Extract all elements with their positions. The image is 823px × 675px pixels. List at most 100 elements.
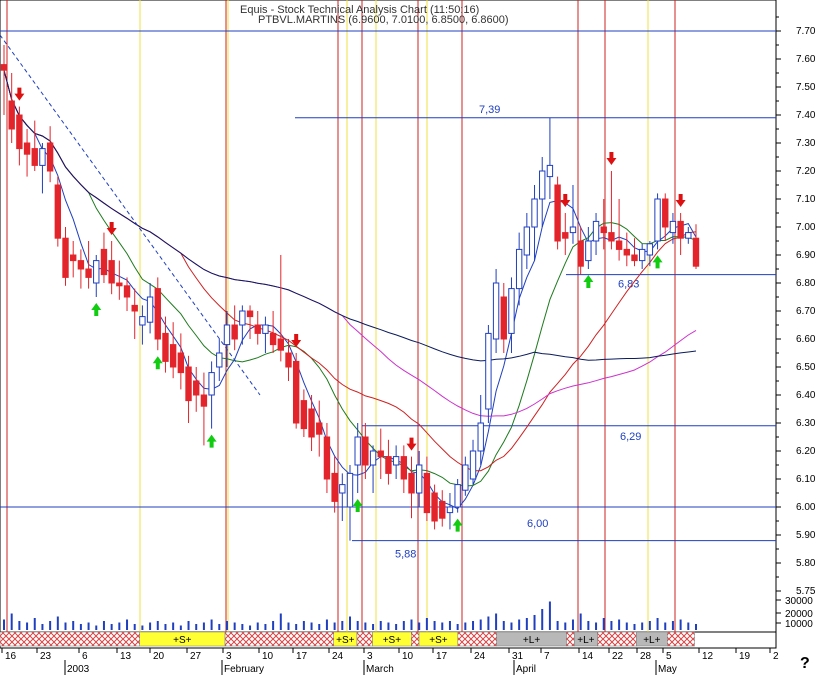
signal-band	[566, 631, 575, 647]
candle-body	[16, 114, 23, 150]
y-tick-label: 7.40	[796, 110, 816, 121]
candle-body	[162, 332, 169, 362]
candle-body	[46, 142, 54, 172]
candle-body	[546, 164, 554, 178]
candle-body	[685, 232, 692, 239]
signal-band	[457, 631, 497, 647]
price-axis: 7.70 7.60 7.50 7.40 7.30 7.20 7.10 7.00 6.90 6.80…	[776, 16, 816, 630]
x-day-label: 20	[153, 651, 165, 662]
x-day-label: 17	[436, 651, 448, 662]
candle-body	[354, 436, 361, 466]
candle-body	[223, 324, 231, 346]
candle-body	[8, 100, 15, 130]
candle-body	[638, 248, 646, 262]
candle-body	[39, 148, 46, 166]
y-tick-label: 5.80	[796, 558, 816, 569]
help-icon[interactable]: ?	[800, 655, 810, 672]
candle-body	[469, 450, 477, 480]
stock-chart: 7,396,836,296,005,88 +S+ +S+ +S+ +S+ +L+ +L+ +…	[0, 0, 816, 675]
candle-body	[23, 142, 31, 155]
candle-body	[108, 260, 115, 284]
candle-body	[93, 260, 100, 284]
y-tick-label: 6.30	[796, 418, 816, 429]
candle-body	[177, 352, 185, 374]
signal-band	[597, 631, 637, 647]
signal-band	[356, 631, 373, 647]
y-tick-label: 6.70	[796, 306, 816, 317]
candle-body	[254, 324, 261, 334]
y-tick-label: 7.10	[796, 194, 816, 205]
candle-body	[569, 226, 577, 234]
candle-body	[477, 422, 484, 452]
candle-body	[431, 492, 438, 522]
x-day-label: 23	[40, 651, 52, 662]
candle-body	[485, 332, 492, 410]
x-day-label: 5	[666, 651, 672, 662]
candle-body	[615, 240, 623, 250]
candle-body	[323, 436, 331, 480]
signal-band-label: +S+	[383, 635, 402, 646]
x-day-label: 22	[612, 651, 624, 662]
x-day-label: 24	[474, 651, 486, 662]
level-label: 6,29	[620, 431, 641, 443]
y-tick-label: 6.00	[796, 502, 816, 513]
candle-body	[31, 148, 38, 166]
candle-body	[500, 296, 507, 340]
date-axis: 16 23 6 13 20 27 3 10 17 24 3 10 17 24 31 7 14 22 28 5 12 19 2…	[1, 648, 779, 675]
signal-band	[0, 631, 140, 647]
candle-body	[0, 64, 8, 71]
signal-band-label: +L+	[577, 635, 594, 646]
x-day-label: 6	[82, 651, 88, 662]
candle-body	[100, 248, 108, 276]
candle-body	[531, 198, 538, 228]
y-tick-label: 7.60	[796, 54, 816, 65]
candle-body	[262, 324, 269, 334]
candle-body	[385, 456, 392, 474]
candle-body	[662, 198, 669, 228]
y-tick-label: 6.10	[796, 474, 816, 485]
y-tick-label: 7.20	[796, 166, 816, 177]
candle-body	[416, 464, 423, 494]
y-tick-label: 7.30	[796, 138, 816, 149]
candle-body	[200, 394, 208, 407]
candle-body	[608, 232, 615, 242]
x-day-label: 27	[190, 651, 202, 662]
y-tick-label: 6.60	[796, 334, 816, 345]
candle-body	[408, 472, 415, 494]
candle-body	[423, 472, 431, 514]
candle-body	[239, 310, 246, 326]
candle-body	[169, 344, 177, 368]
candle-body	[523, 226, 531, 256]
candle-body	[369, 450, 377, 466]
candle-body	[362, 436, 369, 466]
candle-body	[70, 254, 77, 262]
candle-body	[346, 472, 354, 508]
x-day-label: 3	[226, 651, 232, 662]
y-tick-label: 6.80	[796, 278, 816, 289]
candle-body	[62, 237, 69, 278]
candle-body	[454, 484, 461, 508]
level-label: 5,88	[395, 549, 416, 561]
candle-body	[492, 282, 500, 340]
x-month-label: 2003	[67, 664, 90, 675]
x-month-label: May	[658, 664, 677, 675]
candle-body	[446, 506, 454, 514]
candle-body	[669, 220, 677, 234]
candle-body	[208, 372, 215, 396]
y-tick-label: 7.00	[796, 222, 816, 233]
y-tick-label: 6.50	[796, 362, 816, 373]
candle-body	[116, 282, 123, 287]
candle-body	[508, 288, 515, 334]
signal-band-label: +S+	[429, 635, 448, 646]
candle-body	[654, 198, 661, 242]
candle-body	[231, 324, 238, 340]
candle-body	[600, 226, 607, 234]
x-day-label: 19	[739, 651, 751, 662]
y-tick-label: 6.90	[796, 250, 816, 261]
candle-body	[631, 254, 638, 262]
y-tick-label: 7.50	[796, 82, 816, 93]
candle-body	[585, 240, 592, 262]
x-day-label: 28	[640, 651, 652, 662]
candle-body	[139, 316, 146, 326]
level-label: 7,39	[479, 104, 500, 116]
